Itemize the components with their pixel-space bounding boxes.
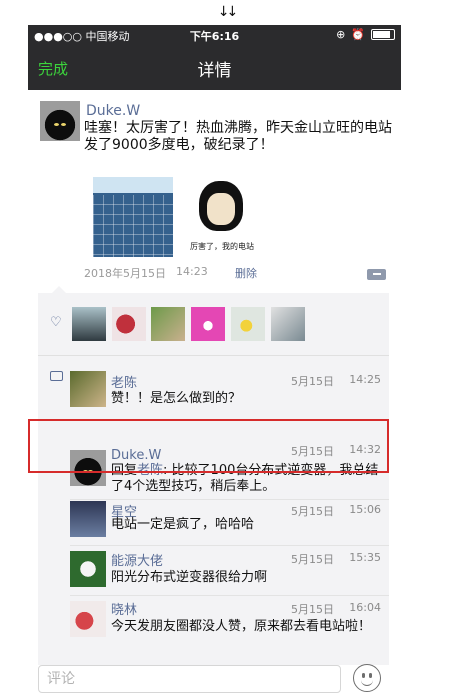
- post-author-name[interactable]: Duke.W: [86, 103, 140, 119]
- comment-input[interactable]: [39, 666, 356, 692]
- status-bar: ●●●○○ 中国移动 下午6:16 ⊕ ⏰: [28, 25, 401, 46]
- comment-icon: [50, 371, 63, 381]
- post-time: 14:23: [176, 265, 208, 278]
- reply-highlight-box: [28, 419, 389, 473]
- liker-avatar[interactable]: [271, 307, 305, 341]
- comment-text: 今天发朋友圈都没人赞，原来都去看电站啦！: [111, 619, 372, 634]
- liker-avatar[interactable]: [112, 307, 146, 341]
- solar-panel-photo[interactable]: [93, 177, 173, 257]
- status-icons: ⊕ ⏰: [336, 28, 395, 41]
- comment-timestamp: 5月15日 15:35: [291, 551, 381, 566]
- commenter-name[interactable]: 老陈: [111, 372, 137, 391]
- page-title: 详情: [197, 61, 232, 81]
- post-author-avatar[interactable]: [40, 101, 80, 141]
- delete-link[interactable]: 删除: [235, 265, 257, 281]
- down-arrows-marker: ↓↓: [217, 4, 238, 20]
- lock-rotation-icon: ⊕: [336, 28, 346, 41]
- alarm-icon: ⏰: [351, 28, 365, 41]
- commenter-name[interactable]: 晓林: [111, 599, 137, 618]
- liker-avatar[interactable]: [72, 307, 106, 341]
- comment-input-box[interactable]: [38, 665, 356, 693]
- phone-screen: ●●●○○ 中国移动 下午6:16 ⊕ ⏰ 完成 详情 Duke.W 哇塞！太厉…: [28, 25, 401, 693]
- commenter-avatar[interactable]: [70, 371, 106, 407]
- battery-icon: [371, 29, 395, 40]
- meme-image[interactable]: 厉害了，我的电站: [181, 177, 263, 257]
- likes-row: ♡: [38, 293, 389, 356]
- post-date: 2018年5月15日: [84, 267, 166, 280]
- comment-text: 赞！！是怎么做到的？: [111, 391, 242, 406]
- comment-menu-icon[interactable]: [367, 269, 386, 280]
- post-text: 哇塞！太厉害了！热血沸腾，昨天金山立旺的电站发了9000多度电，破纪录了！: [84, 120, 392, 153]
- commenter-avatar[interactable]: [70, 501, 106, 537]
- meme-caption: 厉害了，我的电站: [190, 242, 254, 251]
- comment-timestamp: 5月15日 14:25: [291, 373, 381, 388]
- comment-text: 阳光分布式逆变器很给力啊: [111, 570, 268, 585]
- commenter-avatar[interactable]: [70, 601, 106, 637]
- emoji-icon[interactable]: [353, 664, 381, 692]
- liker-avatar[interactable]: [151, 307, 185, 341]
- heart-icon: ♡: [50, 315, 62, 330]
- post-meta: 2018年5月15日 14:23: [84, 265, 208, 281]
- likes-comments-panel: ♡ 老陈 5月15日 14:25 赞！！是怎么做到的？ Duke.W 5月15日 1…: [38, 286, 389, 665]
- comment-timestamp: 5月15日 16:04: [291, 601, 381, 616]
- comment-input-bar: [28, 664, 401, 693]
- nav-bar: 完成 详情: [28, 46, 401, 90]
- comment-text: 电站一定是疯了，哈哈哈: [111, 517, 255, 532]
- liker-avatar[interactable]: [191, 307, 225, 341]
- liker-avatar[interactable]: [231, 307, 265, 341]
- commenter-avatar[interactable]: [70, 551, 106, 587]
- commenter-name[interactable]: 能源大佬: [111, 550, 163, 569]
